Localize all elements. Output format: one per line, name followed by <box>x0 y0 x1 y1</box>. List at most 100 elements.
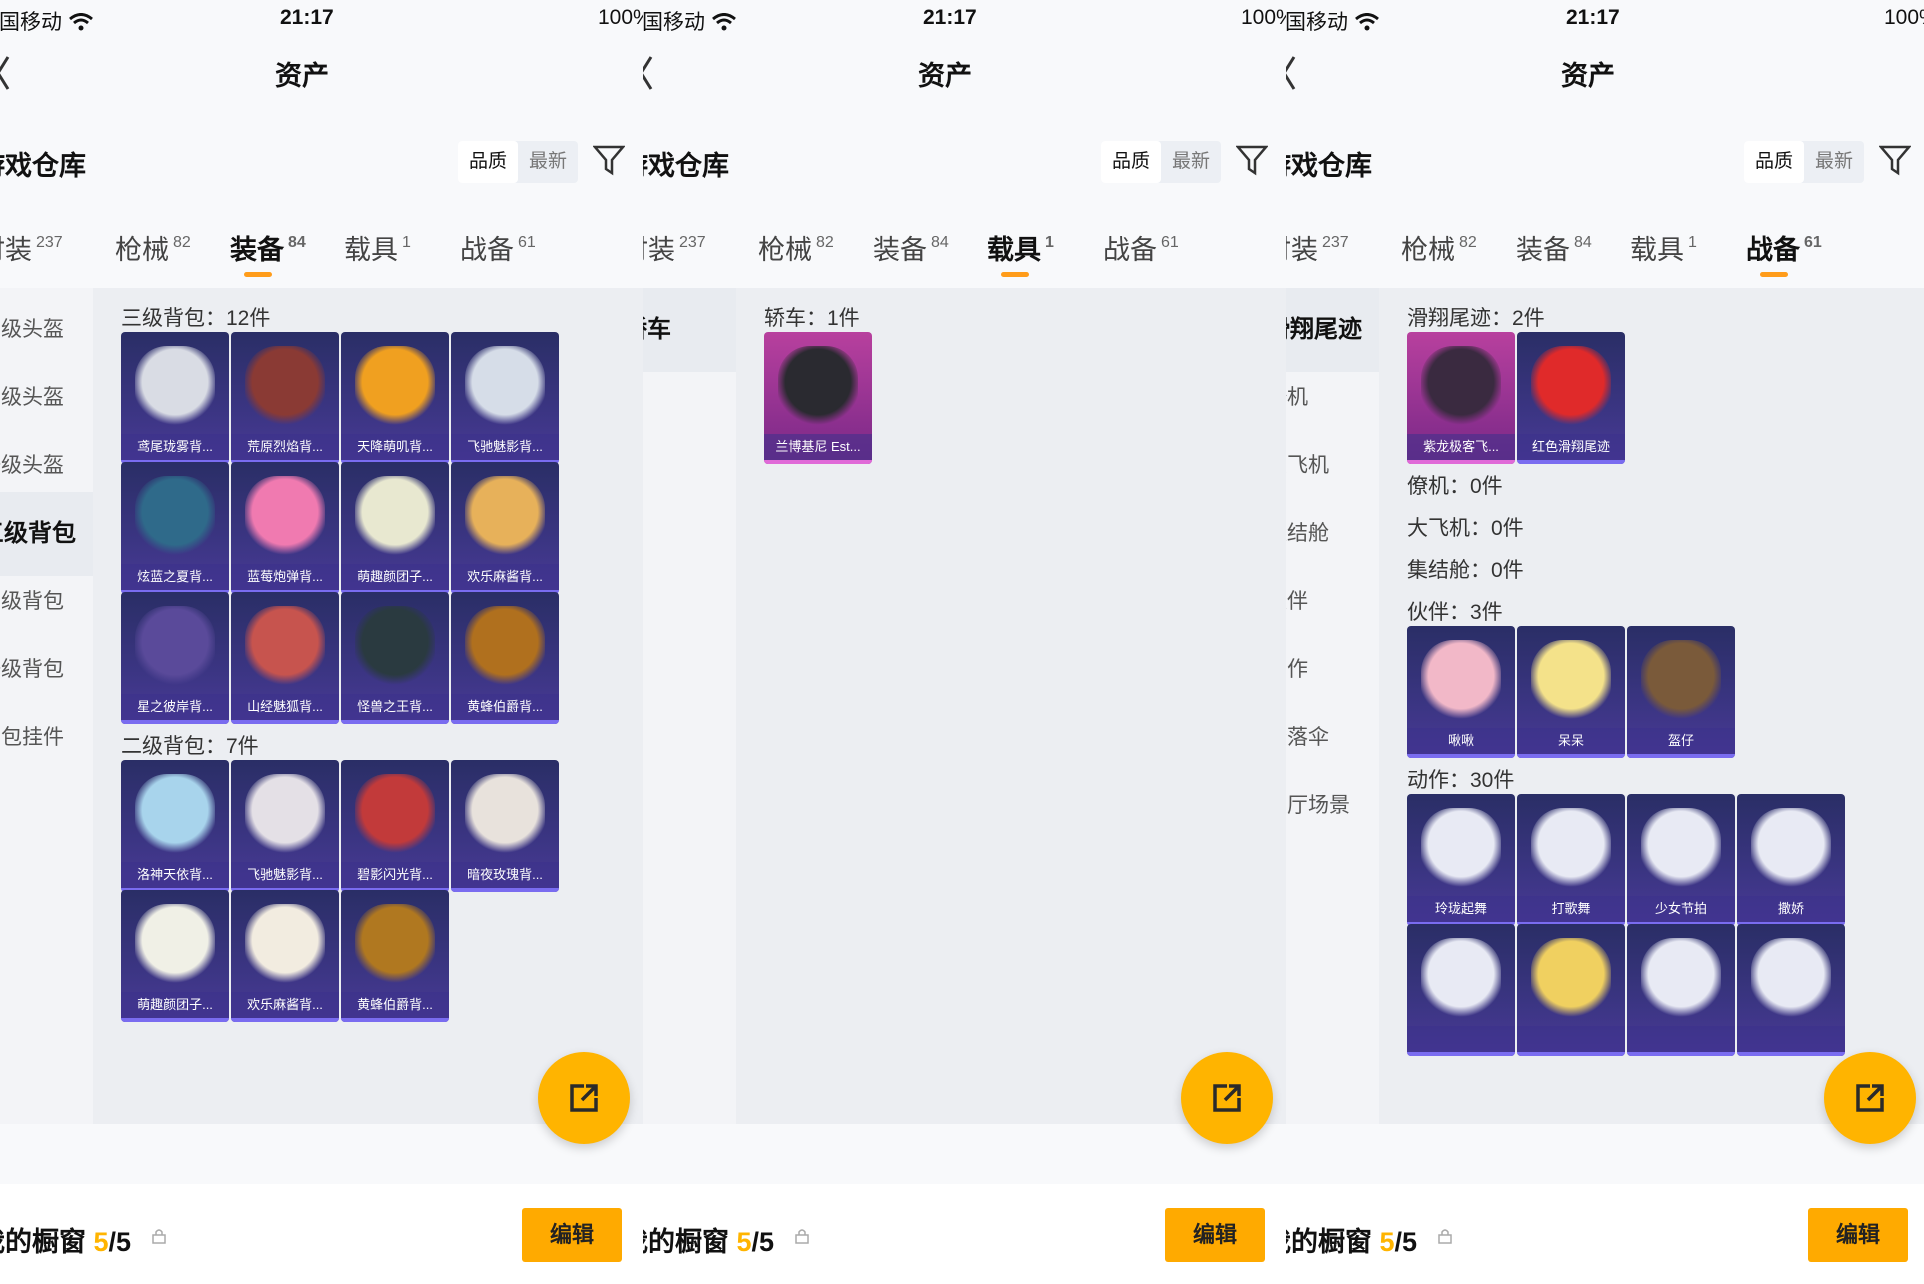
rarity-bar <box>1517 460 1625 464</box>
tab-3[interactable]: 载具 1 <box>987 228 1054 277</box>
tab-1[interactable]: 枪械 82 <box>758 228 834 267</box>
filter-icon[interactable] <box>1879 144 1911 176</box>
back-arrow-icon[interactable] <box>643 55 653 91</box>
subcategory-item[interactable]: 轿车 <box>643 288 736 372</box>
edit-button[interactable]: 编辑 <box>1808 1208 1908 1262</box>
subcategory-item[interactable]: 背包挂件 <box>0 696 93 780</box>
sort-toggle[interactable]: 品质 最新 <box>1101 141 1221 183</box>
item-card[interactable]: 啾啾 <box>1407 626 1515 758</box>
tab-0[interactable]: 时装237 <box>0 228 63 267</box>
item-card[interactable]: 兰博基尼 Est... <box>764 332 872 464</box>
subcategory-item[interactable]: 大厅场景 <box>1286 764 1379 848</box>
tab-0[interactable]: 时装237 <box>643 228 706 267</box>
item-card[interactable]: 打歌舞 <box>1517 794 1625 926</box>
item-card[interactable]: 萌趣颜团子... <box>341 462 449 594</box>
sort-latest-button[interactable]: 最新 <box>1161 141 1221 183</box>
item-name: 暗夜玫瑰背... <box>451 862 559 888</box>
item-card[interactable]: 玲珑起舞 <box>1407 794 1515 926</box>
item-name: 炫蓝之夏背... <box>121 564 229 590</box>
item-card[interactable]: 炫蓝之夏背... <box>121 462 229 594</box>
item-artwork <box>1421 346 1501 426</box>
showcase-count: 5 <box>736 1227 752 1257</box>
tab-count: 84 <box>931 234 949 251</box>
showcase-label: 我的橱窗 5/5 <box>643 1227 775 1257</box>
tab-4[interactable]: 战备 61 <box>460 228 536 267</box>
tab-label: 枪械 <box>758 235 812 265</box>
filter-icon[interactable] <box>1236 144 1268 176</box>
tab-label: 时装 <box>643 235 675 265</box>
rarity-bar <box>341 1018 449 1022</box>
item-card[interactable]: 盔仔 <box>1627 626 1735 758</box>
item-card[interactable]: 洛神天依背... <box>121 760 229 892</box>
filter-icon[interactable] <box>593 144 625 176</box>
tab-label: 战备 <box>1746 235 1800 265</box>
item-card[interactable]: 怪兽之王背... <box>341 592 449 724</box>
item-artwork <box>1421 640 1501 720</box>
item-card[interactable]: 飞驰魅影背... <box>451 332 559 464</box>
item-name: 红色滑翔尾迹 <box>1517 434 1625 460</box>
tab-1[interactable]: 枪械 82 <box>1401 228 1477 267</box>
tab-label: 枪械 <box>1401 235 1455 265</box>
sort-quality-button[interactable]: 品质 <box>1744 141 1804 183</box>
sort-latest-button[interactable]: 最新 <box>1804 141 1864 183</box>
tab-2[interactable]: 装备 84 <box>230 228 306 277</box>
item-card[interactable]: 蓝莓炮弹背... <box>231 462 339 594</box>
item-card[interactable]: 山经魅狐背... <box>231 592 339 724</box>
tab-1[interactable]: 枪械 82 <box>115 228 191 267</box>
sort-toggle[interactable]: 品质 最新 <box>1744 141 1864 183</box>
item-artwork <box>1531 938 1611 1018</box>
item-artwork <box>355 904 435 984</box>
item-card[interactable] <box>1407 924 1515 1056</box>
share-button[interactable] <box>1824 1052 1916 1144</box>
item-card[interactable]: 少女节拍 <box>1627 794 1735 926</box>
item-card[interactable]: 天降萌叽背... <box>341 332 449 464</box>
item-card[interactable]: 萌趣颜团子... <box>121 890 229 1022</box>
tab-4[interactable]: 战备 61 <box>1746 228 1822 277</box>
share-button[interactable] <box>1181 1052 1273 1144</box>
tab-3[interactable]: 载具 1 <box>344 228 411 267</box>
item-artwork <box>778 346 858 426</box>
item-card[interactable]: 暗夜玫瑰背... <box>451 760 559 892</box>
item-card[interactable] <box>1737 924 1845 1056</box>
item-card[interactable] <box>1517 924 1625 1056</box>
tab-count: 82 <box>816 234 834 251</box>
edit-button[interactable]: 编辑 <box>522 1208 622 1262</box>
sort-quality-button[interactable]: 品质 <box>1101 141 1161 183</box>
item-card[interactable] <box>1627 924 1735 1056</box>
tab-4[interactable]: 战备 61 <box>1103 228 1179 267</box>
item-card[interactable]: 鸢尾珑雾背... <box>121 332 229 464</box>
tab-2[interactable]: 装备 84 <box>1516 228 1592 267</box>
item-card[interactable]: 欢乐麻酱背... <box>231 890 339 1022</box>
item-card[interactable]: 红色滑翔尾迹 <box>1517 332 1625 464</box>
item-artwork <box>135 606 215 686</box>
edit-button[interactable]: 编辑 <box>1165 1208 1265 1262</box>
item-card[interactable]: 碧影闪光背... <box>341 760 449 892</box>
item-card[interactable]: 荒原烈焰背... <box>231 332 339 464</box>
rarity-bar <box>1407 754 1515 758</box>
share-button[interactable] <box>538 1052 630 1144</box>
item-grid: 三级背包：12件 鸢尾珑雾背... 荒原烈焰背... 天降萌叽背... 飞驰魅影背...… <box>93 288 643 1124</box>
rarity-bar <box>231 1018 339 1022</box>
item-card[interactable]: 撒娇 <box>1737 794 1845 926</box>
item-card[interactable]: 黄蜂伯爵背... <box>341 890 449 1022</box>
sort-quality-button[interactable]: 品质 <box>458 141 518 183</box>
item-card[interactable]: 紫龙极客飞... <box>1407 332 1515 464</box>
item-card[interactable]: 呆呆 <box>1517 626 1625 758</box>
screen-inner: 中国移动 21:17 100% 资产 游戏仓库 品质 最新 时装237 枪械82 装… <box>1286 0 1924 1284</box>
showcase-label: 我的橱窗 5/5 <box>1286 1227 1418 1257</box>
item-card[interactable]: 星之彼岸背... <box>121 592 229 724</box>
carrier-label: 中国移动 <box>643 6 737 36</box>
tab-3[interactable]: 载具 1 <box>1630 228 1697 267</box>
item-card[interactable]: 黄蜂伯爵背... <box>451 592 559 724</box>
status-bar: 中国移动 21:17 100% <box>643 6 1286 36</box>
item-artwork <box>1421 808 1501 888</box>
section-title: 游戏仓库 <box>1286 151 1372 181</box>
sort-latest-button[interactable]: 最新 <box>518 141 578 183</box>
item-card[interactable]: 飞驰魅影背... <box>231 760 339 892</box>
back-arrow-icon[interactable] <box>0 55 10 91</box>
item-card[interactable]: 欢乐麻酱背... <box>451 462 559 594</box>
tab-0[interactable]: 时装237 <box>1286 228 1349 267</box>
sort-toggle[interactable]: 品质 最新 <box>458 141 578 183</box>
back-arrow-icon[interactable] <box>1286 55 1296 91</box>
tab-2[interactable]: 装备 84 <box>873 228 949 267</box>
